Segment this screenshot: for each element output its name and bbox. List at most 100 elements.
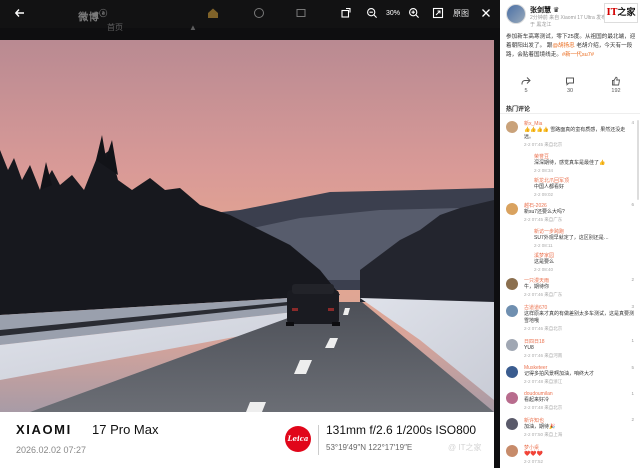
comment-text: ❤️❤️❤️ — [524, 451, 543, 457]
zoom-level-readout: 30% — [385, 10, 400, 17]
comment-like-count[interactable]: 2 — [631, 277, 634, 282]
comment-text: 👍👍👍👍 雪路面真的蛮有质感，果然还没走远。 — [524, 127, 626, 140]
share-button[interactable]: 5 — [514, 76, 538, 94]
commenter-name[interactable]: 梦小桌 — [524, 444, 634, 451]
commenter-name[interactable]: 日四日18 — [524, 338, 634, 345]
comment-like-count[interactable]: 5 — [631, 365, 634, 370]
comment-button[interactable]: 30 — [558, 76, 582, 94]
landscape-photo[interactable] — [0, 40, 494, 412]
avatar[interactable] — [506, 4, 526, 24]
commenter-name[interactable]: 古道道670 — [524, 304, 634, 311]
comment-like-count[interactable]: 4 — [631, 120, 634, 125]
avatar[interactable] — [506, 278, 518, 290]
avatar[interactable] — [506, 418, 518, 430]
like-button[interactable]: 192 — [604, 76, 628, 94]
reply-text: 中国人都看好 — [534, 184, 565, 190]
close-button[interactable] — [476, 4, 496, 24]
zoom-in-icon — [409, 8, 419, 18]
back-button[interactable] — [10, 4, 30, 24]
comment-meta: 2-2 07:46 来自河南 — [524, 353, 563, 358]
list-item[interactable]: Musketeer 记得多拍风景啊加油，咱终大才 2-2 07:48 来自浙江 5 — [500, 363, 640, 387]
ithome-logo: IT之家 — [604, 3, 638, 23]
commenter-name[interactable]: 新许知也 — [524, 417, 634, 424]
reply-author[interactable]: 荣誉豆 — [534, 153, 634, 160]
comment-like-count[interactable]: 3 — [631, 304, 634, 309]
photo-image — [0, 40, 494, 412]
comment-icon — [566, 77, 574, 86]
scrollbar[interactable] — [637, 120, 639, 200]
comment-meta: 2-2 07:45 来自广东 — [524, 217, 563, 222]
list-item[interactable]: 日四日18 YU8 2-2 07:46 来自河南 1 — [500, 336, 640, 361]
close-icon — [482, 9, 490, 17]
avatar[interactable] — [506, 392, 518, 404]
arrow-left-icon — [14, 9, 24, 17]
comment-text: YU8 — [524, 345, 534, 351]
hot-comments-title: 热门评论 — [506, 107, 531, 113]
compass-icon — [254, 8, 264, 18]
commenter-name[interactable]: 越石-2026 — [524, 202, 634, 209]
zoom-in-button[interactable] — [404, 4, 424, 24]
comment-text: 加油，期待🎉 — [524, 424, 556, 430]
comment-text: 记得多拍风景啊加油，咱终大才 — [524, 371, 595, 377]
camera-model: 17 Pro Max — [92, 422, 159, 437]
capture-date: 2026.02.02 07:27 — [16, 445, 87, 455]
comment-like-count[interactable]: 6 — [631, 202, 634, 207]
post-mention-link[interactable]: @胡扬忠 — [552, 43, 574, 49]
comment-text: 看起来好冷 — [524, 397, 550, 403]
reply-item[interactable]: 荣誉豆 深深期待，感觉真车是最佳了👍 2-2 08:34 — [500, 152, 640, 175]
original-image-button[interactable]: 原图 — [450, 4, 472, 24]
avatar[interactable] — [506, 203, 518, 215]
comment-meta: 2-2 07:52 — [524, 459, 544, 464]
rotate-button[interactable] — [336, 4, 356, 24]
fit-screen-button[interactable] — [428, 4, 448, 24]
background-nav-icon — [248, 4, 270, 24]
avatar[interactable] — [506, 445, 518, 457]
rotate-icon — [341, 7, 351, 18]
background-nav-icon — [202, 4, 224, 24]
list-item[interactable]: 新x_Mia 👍👍👍👍 雪路面真的蛮有质感，果然还没走远。 2-2 07:45 来自… — [500, 118, 640, 150]
avatar[interactable] — [506, 366, 518, 378]
exposure-params: 131mm f/2.6 1/200s ISO800 — [326, 423, 477, 437]
list-item[interactable]: 一只漫天雨 牛，期待你 2-2 07:46 来自广东 2 — [500, 275, 640, 300]
commenter-name[interactable]: 一只漫天雨 — [524, 277, 634, 284]
reply-text: SU7外观早就定了，这区别还是… — [534, 235, 609, 241]
fit-screen-icon — [432, 7, 444, 19]
share-count: 5 — [524, 88, 528, 94]
reply-author[interactable]: 新龙北爪回军顶 — [534, 177, 634, 184]
comment-list: 新x_Mia 👍👍👍👍 雪路面真的蛮有质感，果然还没走远。 2-2 07:45 来自… — [500, 118, 640, 468]
comment-count: 30 — [566, 88, 574, 94]
avatar[interactable] — [506, 121, 518, 133]
comment-like-count[interactable]: 2 — [631, 417, 634, 422]
background-nav-icon — [290, 4, 312, 24]
list-item[interactable]: 梦小桌 ❤️❤️❤️ 2-2 07:52 — [500, 442, 640, 467]
avatar[interactable] — [506, 339, 518, 351]
hashtag-link[interactable]: #新一代su7# — [562, 52, 594, 58]
gps-coordinates: 53°19′49″N 122°17′19″E — [326, 443, 413, 452]
share-icon — [521, 77, 531, 85]
thumbs-up-icon — [612, 76, 621, 86]
comment-like-count[interactable]: 1 — [631, 391, 634, 396]
reply-author[interactable]: 溪梦家园 — [534, 252, 634, 259]
comment-meta: 2-2 07:48 来自浙江 — [524, 379, 563, 384]
comment-like-count[interactable]: 1 — [631, 338, 634, 343]
commenter-name[interactable]: 新x_Mia — [524, 120, 634, 127]
list-item[interactable]: doudoumilan 看起来好冷 2-2 07:48 来自北京 1 — [500, 389, 640, 413]
reply-meta: 2-2 08:40 — [534, 267, 554, 272]
reply-meta: 2-2 09:02 — [534, 192, 554, 197]
list-item[interactable]: 新许知也 加油，期待🎉 2-2 07:50 来自上海 2 — [500, 415, 640, 440]
reply-item[interactable]: 新龙北爪回军顶 中国人都看好 2-2 09:02 — [500, 176, 640, 199]
zoom-out-button[interactable] — [362, 4, 382, 24]
reply-text: 深深期待，感觉真车是最佳了👍 — [534, 160, 606, 166]
post-author[interactable]: 张剑慧 ♛ — [530, 5, 559, 15]
list-item[interactable]: 越石-2026 新su7还要么大吗? 2-2 07:45 来自广东 6 — [500, 200, 640, 225]
weibo-logo: 微博ⓐ — [58, 4, 128, 24]
reply-item[interactable]: 新访一步跨跑 SU7外观早就定了，这区别还是… 2-2 08:11 — [500, 227, 640, 250]
image-viewer: 微博ⓐ 首页 ▲ 30% 原图 XIAOMI 17 Pro Max 2026.0… — [0, 0, 500, 468]
list-item[interactable]: 古道道670 这样原来才真的有做差别太多车测试，这是真要测雪地哦 2-2 07:46… — [500, 302, 640, 334]
post-detail-panel: 张剑慧 ♛ 2分钟前 来自 Xiaomi 17 Ultra 发布于 黑龙江 IT… — [500, 0, 640, 468]
reply-author[interactable]: 新访一步跨跑 — [534, 228, 634, 235]
ithome-logo-it: IT — [606, 8, 618, 18]
avatar[interactable] — [506, 305, 518, 317]
reply-item[interactable]: 溪梦家园 这是要么 2-2 08:40 — [500, 251, 640, 274]
video-icon — [296, 9, 306, 17]
